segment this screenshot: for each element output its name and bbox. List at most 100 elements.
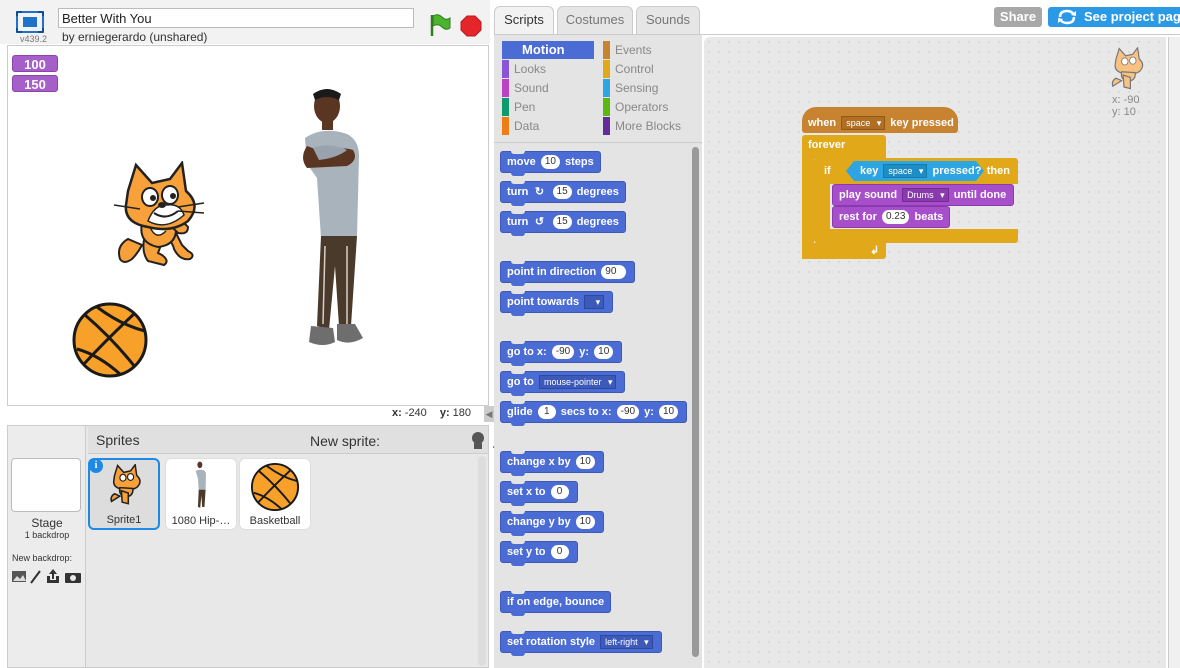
sprite-tile-person[interactable]: 1080 Hip-… xyxy=(165,458,237,530)
person-sprite[interactable] xyxy=(293,86,373,368)
glide-block[interactable]: glide 1 secs to x: -90 y: 10 xyxy=(500,401,688,426)
sprite-name: Basketball xyxy=(249,515,301,527)
sprites-title: Sprites xyxy=(96,432,140,448)
upload-backdrop-icon[interactable] xyxy=(47,569,59,583)
tab-scripts[interactable]: Scripts xyxy=(494,6,554,36)
category-control[interactable]: Control xyxy=(603,60,695,78)
new-sprite-label: New sprite: xyxy=(310,433,381,449)
tab-costumes[interactable]: Costumes xyxy=(557,6,633,34)
scripts-area[interactable]: when space key pressed forever ↲ if then… xyxy=(704,37,1166,668)
sprite-name: 1080 Hip-… xyxy=(171,515,231,527)
tab-sounds[interactable]: Sounds xyxy=(636,6,700,34)
project-byline: by erniegerardo (unshared) xyxy=(62,30,208,44)
category-more-blocks[interactable]: More Blocks xyxy=(603,117,695,135)
refresh-arrows-icon xyxy=(1058,9,1076,25)
sprite-tile-basketball[interactable]: Basketball xyxy=(239,458,311,530)
set-y-block[interactable]: set y to 0 xyxy=(500,541,578,566)
cat-sprite[interactable] xyxy=(108,161,208,271)
sprite-library-icon[interactable] xyxy=(472,432,484,449)
paint-backdrop-icon[interactable] xyxy=(30,570,41,584)
if-on-edge-bounce-block[interactable]: if on edge, bounce xyxy=(500,591,612,616)
category-label: More Blocks xyxy=(615,119,682,133)
basketball-thumbnail xyxy=(250,462,300,512)
rotate-clockwise-icon: ↻ xyxy=(534,186,545,198)
when-key-pressed-hat-block[interactable]: when space key pressed xyxy=(802,107,958,133)
category-label: Pen xyxy=(514,100,536,114)
backdrop-count: 1 backdrop xyxy=(24,530,70,540)
see-project-page-label: See project page xyxy=(1084,9,1180,24)
category-pen[interactable]: Pen xyxy=(502,98,594,116)
person-thumbnail xyxy=(195,461,206,508)
turn-left-block[interactable]: turn ↺ 15 degrees xyxy=(500,211,626,236)
go-to-block[interactable]: go to mouse-pointer xyxy=(500,371,626,396)
block-palette: Motion Looks Sound Pen Data Events Contr… xyxy=(494,35,702,668)
category-label: Motion xyxy=(522,42,565,57)
category-label: Data xyxy=(514,119,540,133)
fullscreen-icon[interactable] xyxy=(16,11,44,33)
scripts-scrollbar[interactable] xyxy=(1168,37,1180,668)
see-project-page-button[interactable]: See project page xyxy=(1048,7,1180,27)
play-sound-until-done-block[interactable]: play sound Drums until done xyxy=(832,184,1014,206)
rotate-counterclockwise-icon: ↺ xyxy=(534,216,545,228)
camera-backdrop-icon[interactable] xyxy=(65,573,81,583)
category-events[interactable]: Events xyxy=(603,41,695,59)
stop-sign-icon[interactable] xyxy=(460,15,482,37)
sprite-name: Sprite1 xyxy=(106,514,142,526)
change-y-block[interactable]: change y by 10 xyxy=(500,511,604,536)
category-looks[interactable]: Looks xyxy=(502,60,594,78)
category-selector: Motion Looks Sound Pen Data Events Contr… xyxy=(494,35,702,143)
set-rotation-style-block[interactable]: set rotation style left-right xyxy=(500,631,662,656)
category-label: Sound xyxy=(514,81,549,95)
backdrop-tools xyxy=(12,569,81,584)
category-operators[interactable]: Operators xyxy=(603,98,695,116)
forever-block[interactable]: forever xyxy=(802,135,886,159)
category-sensing[interactable]: Sensing xyxy=(603,79,695,97)
stage-canvas[interactable]: 100 150 xyxy=(7,45,489,406)
y-label: y: xyxy=(439,407,450,419)
category-label: Events xyxy=(615,43,652,57)
collapse-stage-icon[interactable]: ◀ xyxy=(484,406,494,422)
x-value: -240 xyxy=(404,407,427,419)
current-sprite-icon xyxy=(1111,47,1144,90)
point-in-direction-block[interactable]: point in direction 90 xyxy=(500,261,636,286)
forever-bottom: ↲ xyxy=(802,243,886,259)
backdrop-library-icon[interactable] xyxy=(12,571,26,582)
category-label: Control xyxy=(615,62,654,76)
version-label: v439.2 xyxy=(20,34,48,44)
change-x-block[interactable]: change x by 10 xyxy=(500,451,604,476)
if-arm xyxy=(814,183,830,229)
stage-selector[interactable]: Stage 1 backdrop New backdrop: xyxy=(8,426,86,667)
basketball-sprite[interactable] xyxy=(71,301,149,379)
key-pressed-sensing-block[interactable]: key space pressed? xyxy=(846,161,984,181)
move-steps-block[interactable]: move 10 steps xyxy=(500,151,601,176)
palette-scrollbar[interactable] xyxy=(692,147,699,657)
y-value: 180 xyxy=(452,407,472,419)
project-title-input[interactable] xyxy=(58,8,414,28)
category-label: Looks xyxy=(514,62,547,76)
variable-monitor[interactable]: 100 xyxy=(12,55,58,72)
variable-monitor[interactable]: 150 xyxy=(12,75,58,92)
go-to-xy-block[interactable]: go to x: -90 y: 10 xyxy=(500,341,623,366)
set-x-block[interactable]: set x to 0 xyxy=(500,481,578,506)
palette-blocks: move 10 steps turn ↻ 15 degrees turn ↺ 1… xyxy=(494,144,702,668)
cat-thumbnail xyxy=(110,464,141,505)
sprite-tile-sprite1[interactable]: i Sprite1 xyxy=(88,458,160,530)
category-motion[interactable]: Motion xyxy=(502,41,594,59)
category-sound[interactable]: Sound xyxy=(502,79,594,97)
category-label: Sensing xyxy=(615,81,659,95)
stage-coordinates: x: -240 y: 180 xyxy=(392,407,471,419)
sprite-position-readout: x: -90 y: 10 xyxy=(1112,94,1140,118)
rest-for-beats-block[interactable]: rest for 0.23 beats xyxy=(832,206,950,228)
stage-header: v439.2 by erniegerardo (unshared) xyxy=(0,0,490,44)
info-icon[interactable]: i xyxy=(89,459,103,473)
sprites-header: Sprites New sprite: xyxy=(88,426,560,454)
sprite-list-scrollbar[interactable] xyxy=(478,456,486,666)
category-data[interactable]: Data xyxy=(502,117,594,135)
share-button[interactable]: Share xyxy=(994,7,1042,27)
turn-right-block[interactable]: turn ↻ 15 degrees xyxy=(500,181,626,206)
point-towards-block[interactable]: point towards xyxy=(500,291,614,316)
sprite-y-readout: y: 10 xyxy=(1112,106,1136,118)
category-label: Operators xyxy=(615,100,669,114)
stage-thumbnail[interactable] xyxy=(11,458,81,512)
green-flag-icon[interactable] xyxy=(428,13,452,37)
